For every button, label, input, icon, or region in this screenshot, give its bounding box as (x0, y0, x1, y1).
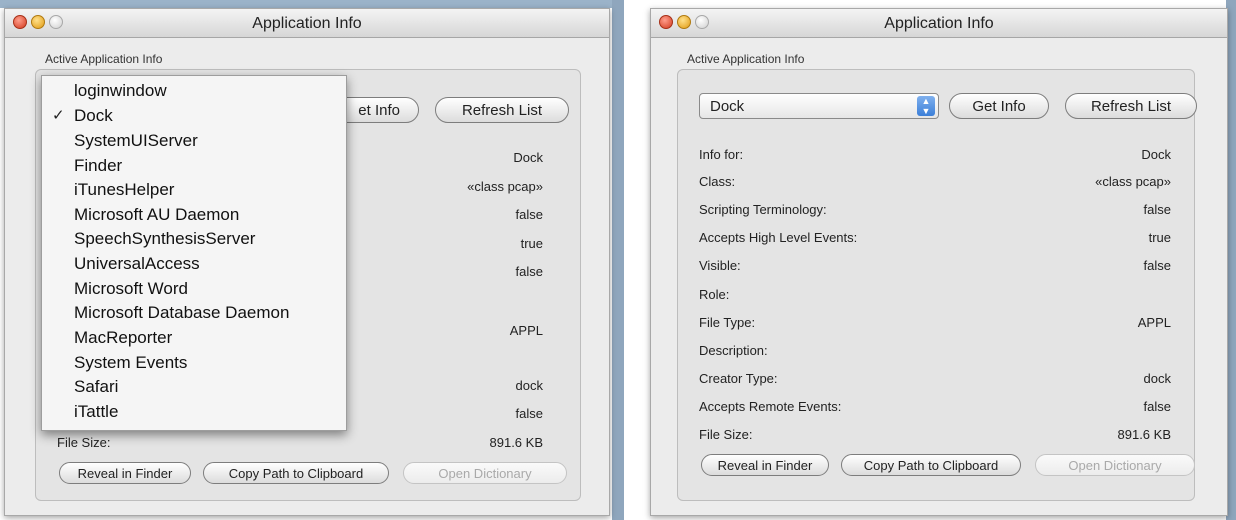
file-type-label: File Type: (699, 315, 756, 330)
group-label: Active Application Info (687, 52, 805, 66)
get-info-button[interactable]: Get Info (949, 93, 1049, 119)
menu-item[interactable]: SystemUIServer (74, 131, 198, 151)
visible-value: false (1143, 258, 1171, 273)
refresh-list-button[interactable]: Refresh List (435, 97, 569, 123)
application-info-window-menu-open: Application Info Active Application Info… (4, 8, 610, 516)
menu-item[interactable]: Microsoft Word (74, 279, 188, 299)
window-title: Application Info (252, 15, 362, 32)
accepts-remote-events-value: false (1143, 399, 1171, 414)
group-label: Active Application Info (45, 52, 163, 66)
menu-item[interactable]: Dock (74, 106, 113, 126)
accepts-remote-events-value: false (515, 406, 543, 421)
application-info-window: Application Info Active Application Info… (650, 8, 1228, 516)
file-type-value: APPL (1137, 315, 1171, 330)
application-popup-menu: ✓ loginwindow Dock SystemUIServer Finder… (41, 75, 347, 431)
menu-item[interactable]: Microsoft AU Daemon (74, 205, 239, 225)
reveal-in-finder-button[interactable]: Reveal in Finder (59, 462, 191, 484)
accepts-high-level-events-value: true (1148, 230, 1171, 245)
application-popup[interactable]: Dock ▲ ▼ (699, 93, 939, 119)
title-bar[interactable]: Application Info (5, 9, 609, 38)
info-for-value: Dock (513, 150, 543, 165)
creator-type-value: dock (1143, 371, 1171, 386)
desktop-background (612, 0, 624, 520)
menu-item[interactable]: Microsoft Database Daemon (74, 303, 289, 323)
application-popup-value: Dock (710, 98, 745, 115)
copy-path-button[interactable]: Copy Path to Clipboard (841, 454, 1021, 476)
class-label: Class: (699, 174, 736, 189)
refresh-list-button[interactable]: Refresh List (1065, 93, 1197, 119)
accepts-high-level-events-value: true (520, 236, 543, 251)
title-bar[interactable]: Application Info (651, 9, 1227, 38)
copy-path-button[interactable]: Copy Path to Clipboard (203, 462, 389, 484)
scripting-terminology-value: false (1143, 202, 1171, 217)
info-for-label: Info for: (699, 147, 744, 162)
open-dictionary-button[interactable]: Open Dictionary (403, 462, 567, 484)
menu-item[interactable]: MacReporter (74, 328, 172, 348)
menu-item[interactable]: SpeechSynthesisServer (74, 229, 255, 249)
class-value: «class pcap» (1095, 174, 1171, 189)
creator-type-label: Creator Type: (699, 371, 778, 386)
file-size-value: 891.6 KB (1117, 427, 1172, 442)
creator-type-value: dock (515, 378, 543, 393)
menu-item[interactable]: Safari (74, 377, 118, 397)
scripting-terminology-value: false (515, 207, 543, 222)
file-size-label: File Size: (57, 435, 111, 450)
popup-arrows-icon: ▲ ▼ (917, 96, 935, 116)
file-size-value: 891.6 KB (489, 435, 544, 450)
file-size-label: File Size: (699, 427, 753, 442)
open-dictionary-button[interactable]: Open Dictionary (1035, 454, 1195, 476)
info-for-value: Dock (1141, 147, 1171, 162)
visible-label: Visible: (699, 258, 741, 273)
accepts-remote-events-label: Accepts Remote Events: (699, 399, 842, 414)
role-label: Role: (699, 287, 730, 302)
menu-item[interactable]: Finder (74, 156, 122, 176)
visible-value: false (515, 264, 543, 279)
menu-item[interactable]: iTattle (74, 402, 118, 422)
menu-item[interactable]: iTunesHelper (74, 180, 174, 200)
checkmark-icon: ✓ (52, 107, 65, 124)
menu-item[interactable]: System Events (74, 353, 187, 373)
menu-item[interactable]: loginwindow (74, 81, 167, 101)
reveal-in-finder-button[interactable]: Reveal in Finder (701, 454, 829, 476)
desktop-background (0, 0, 620, 8)
menu-item[interactable]: UniversalAccess (74, 254, 200, 274)
class-value: «class pcap» (467, 179, 543, 194)
scripting-terminology-label: Scripting Terminology: (699, 202, 827, 217)
file-type-value: APPL (509, 323, 543, 338)
window-title: Application Info (884, 15, 994, 32)
accepts-high-level-events-label: Accepts High Level Events: (699, 230, 858, 245)
description-label: Description: (699, 343, 768, 358)
